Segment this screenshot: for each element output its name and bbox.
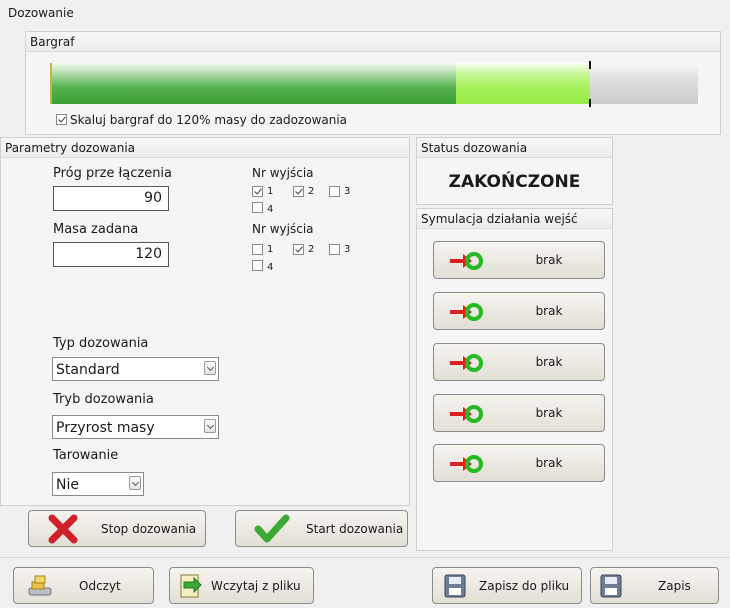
output-b3-label: 3: [344, 244, 351, 255]
input-arrow-icon: [450, 252, 483, 270]
status-title: Status dozowania: [417, 138, 612, 158]
save-file-icon: [444, 574, 466, 598]
chevron-down-icon[interactable]: [204, 361, 216, 375]
save-file-button[interactable]: Zapisz do pliku: [432, 567, 582, 604]
outputs-label-1: Nr wyjścia: [252, 166, 314, 180]
start-dosing-label: Start dozowania: [306, 521, 404, 536]
dosing-mode-label: Tryb dozowania: [53, 392, 154, 407]
chevron-down-icon[interactable]: [129, 476, 141, 490]
output-1-label: 1: [267, 186, 274, 197]
output-2-label: 2: [308, 186, 315, 197]
dosing-type-value: Standard: [56, 362, 120, 378]
output-3-label: 3: [344, 186, 351, 197]
load-file-button[interactable]: Wczytaj z pliku: [169, 567, 314, 604]
simulation-input-1-label: brak: [535, 253, 563, 267]
outputs-label-2: Nr wyjścia: [252, 222, 314, 236]
red-x-icon: [48, 514, 78, 544]
output-4-checkbox[interactable]: [252, 202, 263, 213]
output-b3-checkbox[interactable]: [329, 244, 340, 255]
footer-divider: [0, 557, 730, 558]
load-file-label: Wczytaj z pliku: [211, 578, 301, 593]
simulation-input-5-button[interactable]: brak: [433, 444, 605, 482]
save-button-label: Zapis: [658, 578, 691, 593]
output-b1-checkbox[interactable]: [252, 244, 263, 255]
bargraph-fill-light: [456, 63, 590, 104]
mass-input[interactable]: 120: [53, 242, 169, 267]
scale-bargraph-checkbox[interactable]: [56, 114, 67, 125]
bargraph-marker-top: [589, 61, 591, 69]
dosing-mode-select[interactable]: Przyrost masy: [52, 415, 219, 439]
load-file-icon: [180, 574, 202, 598]
status-panel: Status dozowania ZAKOŃCZONE: [416, 137, 613, 205]
bargraph: [50, 61, 698, 107]
chevron-down-icon[interactable]: [204, 419, 216, 433]
checkmark-icon: [254, 514, 290, 543]
input-arrow-icon: [450, 303, 483, 321]
output-b2-label: 2: [308, 244, 315, 255]
scale-bargraph-label: Skaluj bargraf do 120% masy do zadozowan…: [70, 113, 348, 127]
taring-label: Tarowanie: [53, 448, 119, 463]
simulation-input-3-label: brak: [535, 355, 563, 369]
simulation-input-4-label: brak: [535, 406, 563, 420]
floppy-disk-icon: [600, 574, 622, 598]
save-file-label: Zapisz do pliku: [479, 578, 570, 593]
output-3-checkbox[interactable]: [329, 186, 340, 197]
save-button[interactable]: Zapis: [590, 567, 719, 604]
simulation-panel: Symulacja działania wejść brak brak brak: [416, 208, 613, 551]
mass-label: Masa zadana: [53, 222, 139, 237]
input-arrow-icon: [450, 354, 483, 372]
taring-value: Nie: [56, 477, 79, 493]
output-b4-label: 4: [267, 262, 274, 273]
bargraf-panel: Bargraf Skaluj bargraf do 120% masy do z…: [25, 31, 721, 135]
dosing-params-title: Parametry dozowania: [1, 138, 409, 158]
simulation-input-3-button[interactable]: brak: [433, 343, 605, 381]
output-1-checkbox[interactable]: [252, 186, 263, 197]
bargraph-remaining: [590, 63, 698, 104]
simulation-title: Symulacja działania wejść: [417, 209, 612, 229]
start-dosing-button[interactable]: Start dozowania: [235, 510, 408, 547]
scale-read-icon: [28, 575, 52, 596]
threshold-input[interactable]: 90: [53, 186, 169, 211]
output-b4-checkbox[interactable]: [252, 260, 263, 271]
simulation-input-2-label: brak: [535, 304, 563, 318]
input-arrow-icon: [450, 455, 483, 473]
window-title: Dozowanie: [8, 6, 74, 20]
stop-dosing-button[interactable]: Stop dozowania: [28, 510, 206, 547]
dosing-mode-value: Przyrost masy: [56, 420, 155, 436]
stop-dosing-label: Stop dozowania: [101, 521, 197, 536]
bargraf-title: Bargraf: [26, 32, 720, 52]
simulation-input-5-label: brak: [535, 456, 563, 470]
status-value: ZAKOŃCZONE: [448, 172, 581, 192]
read-button[interactable]: Odczyt: [13, 567, 154, 604]
bargraph-marker-bottom: [589, 99, 591, 107]
dosing-type-select[interactable]: Standard: [52, 357, 219, 381]
simulation-input-4-button[interactable]: brak: [433, 394, 605, 432]
input-arrow-icon: [450, 405, 483, 423]
taring-select[interactable]: Nie: [52, 472, 144, 496]
output-4-label: 4: [267, 204, 274, 215]
bargraph-fill-dark: [50, 63, 456, 104]
output-b1-label: 1: [267, 244, 274, 255]
output-b2-checkbox[interactable]: [293, 244, 304, 255]
threshold-label: Próg prze łączenia: [53, 166, 173, 181]
dosing-type-label: Typ dozowania: [53, 336, 149, 351]
dosing-params-panel: Parametry dozowania Próg prze łączenia 9…: [0, 137, 410, 506]
simulation-input-2-button[interactable]: brak: [433, 292, 605, 330]
output-2-checkbox[interactable]: [293, 186, 304, 197]
read-button-label: Odczyt: [79, 578, 121, 593]
simulation-input-1-button[interactable]: brak: [433, 241, 605, 279]
